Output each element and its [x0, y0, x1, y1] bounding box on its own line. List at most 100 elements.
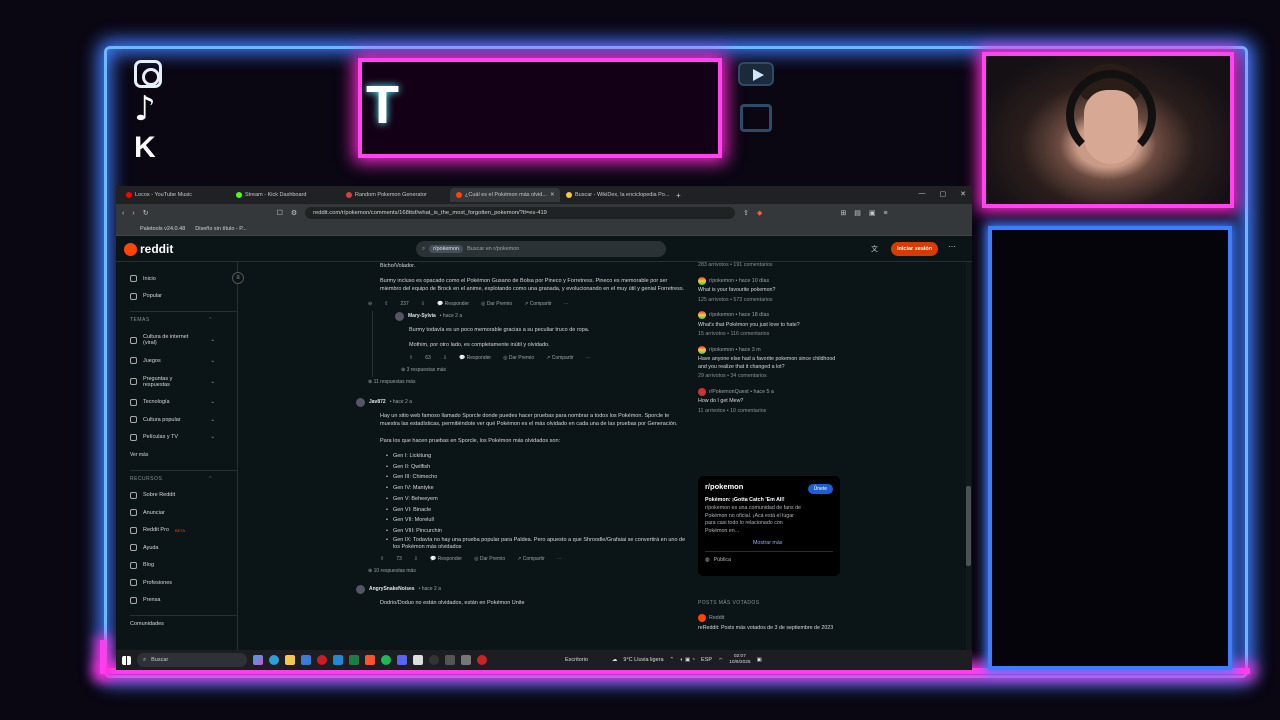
site-info-icon[interactable]: ⚙ [291, 209, 297, 217]
more-icon[interactable]: ⋯ [586, 354, 591, 363]
nav-popular[interactable]: Popular [130, 288, 237, 306]
extensions-icon[interactable]: ⊞ [840, 209, 846, 217]
tab-youtube-music[interactable]: Locos - YouTube Music [120, 188, 230, 202]
resource-reddit-pro[interactable]: Reddit Pro BETA [130, 522, 237, 540]
upvote-icon[interactable]: ⇧ [380, 555, 384, 564]
join-button[interactable]: Únete [807, 484, 833, 494]
tab-reddit-active[interactable]: ¿Cuál es el Pokémon más olvid... ✕ [450, 188, 560, 202]
login-button[interactable]: Iniciar sesión [891, 242, 939, 256]
brave-icon[interactable] [365, 655, 375, 665]
bookmark-paletools[interactable]: Paletools v24.0.48 [140, 226, 185, 232]
discord-icon[interactable] [397, 655, 407, 665]
store-icon[interactable] [301, 655, 311, 665]
related-post-partial[interactable]: 283 arrivotos • 191 comentarios [698, 262, 838, 268]
file-explorer-icon[interactable] [285, 655, 295, 665]
weather-label[interactable]: 9°C Lluvia ligera [623, 657, 663, 663]
maximize-icon[interactable]: ▢ [940, 190, 947, 198]
resource-advertise[interactable]: Anunciar [130, 504, 237, 522]
generic-app-icon[interactable] [461, 655, 471, 665]
resource-help[interactable]: Ayuda [130, 539, 237, 557]
wifi-icon[interactable]: ⌔ [718, 657, 723, 664]
author-name[interactable]: Jav872 [369, 398, 386, 407]
upvote-icon[interactable]: ⇧ [384, 300, 388, 309]
more-replies-link[interactable]: ⊕ 11 respuestas más [356, 377, 686, 389]
collapse-sidebar-icon[interactable]: ≡ [232, 272, 244, 284]
audio-app-icon[interactable] [445, 655, 455, 665]
search-input[interactable]: ⌕ r/pokemon Buscar en r/pokemon [416, 241, 666, 257]
collapse-thread-icon[interactable]: ⊖ [368, 300, 372, 309]
award-button[interactable]: ◎ Dar Premio [474, 555, 505, 564]
new-tab-button[interactable]: + [670, 191, 687, 200]
downvote-icon[interactable]: ⇩ [421, 300, 425, 309]
calendar-icon[interactable] [413, 655, 423, 665]
taskbar-search[interactable]: ⌕ Buscar [137, 653, 247, 667]
record-icon[interactable] [477, 655, 487, 665]
wallet-icon[interactable]: ▣ [869, 209, 876, 217]
tab-wikidex[interactable]: Buscar - WikiDex, la enciclopedia Po... [560, 188, 670, 202]
menu-icon[interactable]: ≡ [884, 210, 888, 217]
brave-shield-icon[interactable]: ◆ [757, 209, 762, 217]
more-replies-link[interactable]: ⊕ 10 respuestas más [356, 566, 686, 578]
tray-icons[interactable]: ◐ ▣ ◔ [680, 657, 695, 663]
tab-kick-dashboard[interactable]: Stream - Kick Dashboard [230, 188, 340, 202]
translate-icon[interactable]: 文 [871, 244, 878, 254]
notifications-icon[interactable]: ▣ [757, 657, 762, 663]
vscode-icon[interactable] [333, 655, 343, 665]
copilot-icon[interactable] [253, 655, 263, 665]
scrollbar-thumb[interactable] [966, 486, 971, 566]
more-icon[interactable]: ⋯ [564, 300, 569, 309]
related-post[interactable]: r/pokemon • hace 10 días What is your fa… [698, 276, 838, 303]
opera-icon[interactable] [317, 655, 327, 665]
share-button[interactable]: ↗ Compartir [546, 354, 574, 363]
top-post[interactable]: Reddit reReddit: Posts más votados de 3 … [698, 614, 838, 633]
topic-technology[interactable]: Tecnología ⌄ [130, 394, 237, 412]
close-tab-icon[interactable]: ✕ [550, 192, 555, 198]
reply-button[interactable]: 💬 Responder [430, 555, 462, 564]
resources-heading[interactable]: RECURSOS ⌃ [130, 469, 237, 487]
forward-icon[interactable]: › [132, 210, 134, 217]
bookmark-icon[interactable]: ☐ [277, 209, 283, 217]
windows-start-icon[interactable] [122, 655, 131, 665]
edge-icon[interactable] [269, 655, 279, 665]
author-name[interactable]: AngrySnakeNoises [369, 585, 415, 594]
more-icon[interactable]: ⋯ [557, 555, 562, 564]
communities-heading[interactable]: Comunidades [130, 615, 237, 633]
related-post[interactable]: r/PokemonQuest • hace 5 a How do I get M… [698, 387, 838, 414]
show-more-link[interactable]: Mostrar más [753, 540, 833, 546]
topics-heading[interactable]: TEMAS ⌃ [130, 311, 237, 328]
more-replies-link[interactable]: ⊕ 3 respuestas más [395, 365, 686, 377]
resource-about[interactable]: Sobre Reddit [130, 487, 237, 505]
resource-press[interactable]: Prensa [130, 592, 237, 610]
share-button[interactable]: ↗ Compartir [517, 555, 545, 564]
resource-blog[interactable]: Blog [130, 557, 237, 575]
reddit-logo[interactable]: reddit [124, 242, 173, 256]
spotify-icon[interactable] [381, 655, 391, 665]
topic-games[interactable]: Juegos ⌄ [130, 352, 237, 370]
bookmark-diseno[interactable]: Diseño sin título - P... [195, 226, 247, 232]
tab-random-pokemon[interactable]: Random Pokemon Generator [340, 188, 450, 202]
url-field[interactable]: reddit.com/r/pokemon/comments/168ttsf/wh… [305, 207, 736, 219]
downvote-icon[interactable]: ⇩ [414, 555, 418, 564]
tray-chevron-icon[interactable]: ⌃ [670, 657, 675, 663]
topic-qa[interactable]: Preguntas y respuestas ⌄ [130, 370, 237, 394]
reply-button[interactable]: 💬 Responder [437, 300, 469, 309]
scrollbar-track[interactable] [966, 262, 971, 650]
desktop-label[interactable]: Escritorio [565, 657, 588, 663]
nav-home[interactable]: Inicio [130, 270, 237, 288]
reload-icon[interactable]: ↻ [143, 209, 149, 217]
back-icon[interactable]: ‹ [122, 210, 124, 217]
award-button[interactable]: ◎ Dar Premio [503, 354, 534, 363]
reply-button[interactable]: 💬 Responder [459, 354, 491, 363]
share-button[interactable]: ↗ Compartir [524, 300, 552, 309]
more-options-icon[interactable]: ⋯ [948, 242, 956, 251]
downvote-icon[interactable]: ⇩ [443, 354, 447, 363]
resource-careers[interactable]: Profesiones [130, 574, 237, 592]
related-post[interactable]: r/pokemon • hace 18 días What's that Pok… [698, 311, 838, 337]
author-name[interactable]: Mary-Sylvia [408, 312, 436, 321]
related-post[interactable]: r/pokemon • hace 3 m Have anyone else ha… [698, 345, 838, 379]
close-window-icon[interactable]: ✕ [960, 190, 966, 198]
see-more-link[interactable]: Ver más [130, 446, 237, 464]
topic-internet-culture[interactable]: Cultura de internet (viral) ⌄ [130, 328, 237, 352]
language-indicator[interactable]: ESP [701, 657, 712, 663]
sidebar-icon[interactable]: ▤ [854, 209, 861, 217]
